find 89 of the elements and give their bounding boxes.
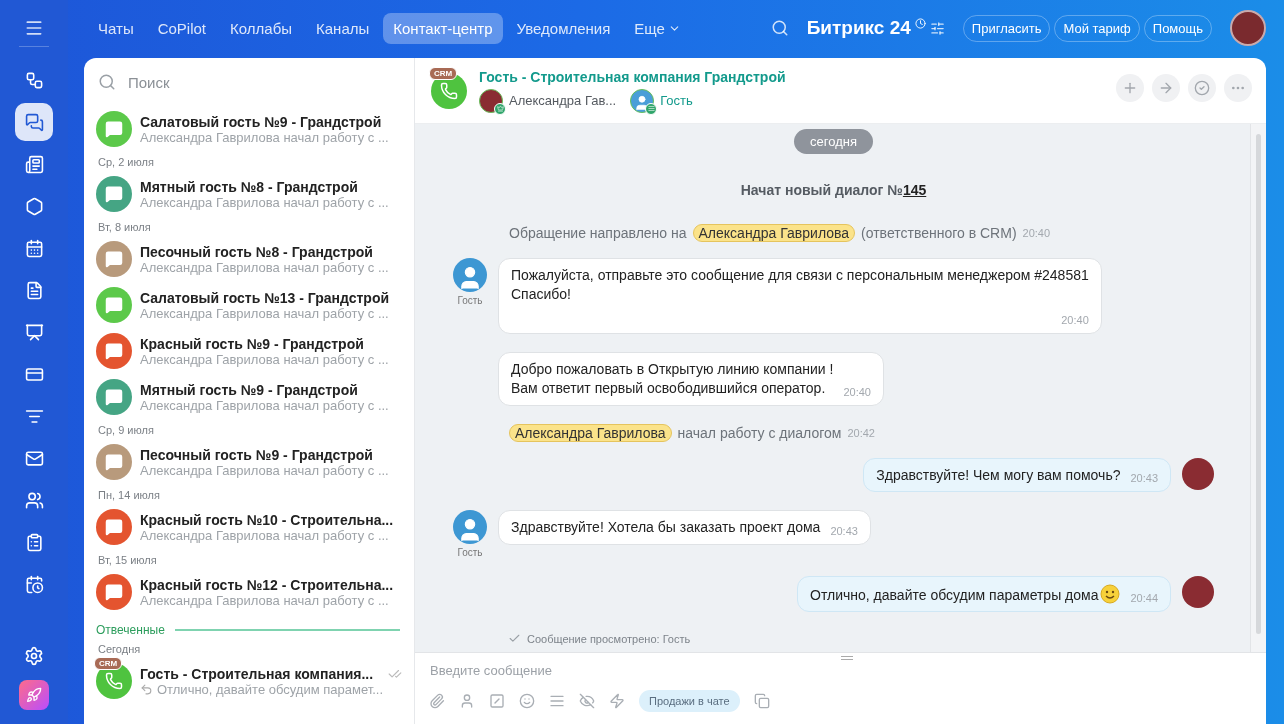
chat-preview: Отлично, давайте обсудим парамет... [157,681,384,697]
mention-tag[interactable]: Александра Гаврилова [692,224,856,242]
chat-list-item[interactable]: Песочный гость №9 - Грандстрой Александра Гаврилова начал работу с ... [84,439,414,485]
read-receipt: Сообщение просмотрено: Гость [527,632,691,645]
search-icon[interactable] [770,19,789,37]
date-label: Ср, 2 июля [97,155,155,170]
chat-title: Песочный гость №9 - Грандстрой [140,446,374,463]
chat-list-item[interactable]: Салатовый гость №13 - Грандстрой Александра Гаврилова начал работу с ... [84,282,414,328]
message-bubble: Здравствуйте! Хотела бы заказать проект дома 20:43 [498,510,871,546]
logo: Битрикс 24 [806,17,911,39]
nav-tab[interactable]: Коллабы [220,12,302,44]
notice-text: начал работу с диалогом [677,424,842,441]
crm-badge: CRM [94,657,123,670]
reply-icon [140,682,153,696]
section-label: Отвеченные [96,623,165,637]
operator-avatar [1182,457,1214,490]
chat-title: Гость - Строительная компания... [140,665,374,682]
chat-title: Мятный гость №9 - Грандстрой [140,381,359,398]
guest-avatar-icon [453,258,487,292]
chat-preview: Александра Гаврилова начал работу с ... [140,194,390,210]
nav-tab[interactable]: Чаты [88,12,144,44]
chat-preview: Александра Гаврилова начал работу с ... [140,351,390,367]
chat-preview: Александра Гаврилова начал работу с ... [140,129,390,145]
chat-preview: Александра Гаврилова начал работу с ... [140,462,390,478]
crm-badge: CRM [429,66,458,80]
message-time: 20:42 [847,426,875,439]
guest-avatar-icon [630,88,655,113]
phone-bubble-icon [96,663,132,699]
arrow-right-icon [1158,80,1174,96]
clock-icon [914,17,926,29]
date-label: Ср, 9 июля [97,423,155,438]
message-time: 20:40 [1022,227,1051,239]
date-pill: сегодня [794,129,873,154]
menu-icon[interactable] [24,18,44,38]
chat-preview: Александра Гаврилова начал работу с ... [140,397,390,413]
author-label: Гость [457,295,483,306]
chat-title: Красный гость №10 - Строительна... [140,511,395,528]
chat-title: Песочный гость №8 - Грандстрой [140,243,374,260]
notice-text: Обращение направлено на [509,225,687,241]
date-label: Вт, 15 июля [97,553,158,568]
sliders-icon[interactable] [929,20,945,36]
date-label: Сегодня [97,642,142,657]
sales-chip[interactable]: Продажи в чате [639,690,740,712]
mention-tag[interactable]: Александра Гаврилова [509,423,672,442]
user-avatar[interactable] [1230,10,1266,46]
date-label: Пн, 14 июля [97,488,161,503]
chat-title: Красный гость №9 - Грандстрой [140,335,365,352]
message-bubble: Здравствуйте! Чем могу вам помочь? 20:43 [863,457,1171,493]
chat-list-item[interactable]: Красный гость №9 - Грандстрой Александра Гаврилова начал работу с ... [84,328,414,374]
dialog-title: Начат новый диалог № [740,182,903,198]
chat-bubbles-icon[interactable] [15,103,53,141]
rocket-icon[interactable] [19,680,49,710]
more-tab[interactable]: Еще [624,12,691,44]
chat-preview: Александра Гаврилова начал работу с ... [140,305,390,321]
chat-title: Мятный гость №8 - Грандстрой [140,178,359,195]
message-bubble: Добро пожаловать в Открытую линию компании ! Вам ответит первый освободившийся оператор. 20:40 [498,351,884,406]
chat-preview: Александра Гаврилова начал работу с ... [140,527,389,543]
chat-list-item[interactable]: Красный гость №10 - Строительна... Александра Гаврилова начал работу с ... [84,504,414,550]
chat-list-item[interactable]: CRM Гость - Строительная компания... Отлично, давайте обсудим парамет... [84,658,414,704]
dialog-link[interactable]: 145 [902,182,927,198]
chat-title: Красный гость №12 - Строительна... [140,576,395,593]
chat-title: Салатовый гость №9 - Грандстрой [140,113,383,130]
nav-tab[interactable]: Уведомления [506,12,621,44]
member-name[interactable]: Александра Гав... [509,93,617,108]
chat-list-item[interactable]: Мятный гость №9 - Грандстрой Александра Гаврилова начал работу с ... [84,374,414,420]
guest-avatar-icon [453,510,487,545]
chat-preview: Александра Гаврилова начал работу с ... [140,592,389,608]
check-circle-icon [1194,80,1210,96]
notice-text: (ответственного в CRM) [861,225,1017,241]
chat-preview: Александра Гаврилова начал работу с ... [140,259,390,275]
operator-avatar [1182,576,1214,609]
paperclip-icon[interactable] [429,693,445,709]
nav-tab[interactable]: Каналы [306,12,380,44]
chat-list-item[interactable]: Салатовый гость №9 - Грандстрой Александра Гаврилова начал работу с ... [84,106,414,152]
date-label: Вт, 8 июля [97,220,152,235]
smiley-icon [1100,584,1121,605]
message-bubble: Отлично, давайте обсудим параметры дома 20:44 [797,576,1171,613]
nav-tab[interactable]: CoPilot [147,12,217,44]
author-label: Гость [457,547,483,559]
settings-icon[interactable] [24,646,44,666]
search-icon [98,73,116,91]
operator-avatar [479,88,503,113]
chat-list-item[interactable]: Песочный гость №8 - Грандстрой Александра Гаврилова начал работу с ... [84,236,414,282]
chat-title: Салатовый гость №13 - Грандстрой [140,289,391,306]
plus-icon [1122,80,1138,96]
finish-button[interactable] [1188,74,1216,102]
message-bubble: Пожалуйста, отправьте это сообщение для связи с персональным менеджером #248581 Спасибо! 20:40 [498,258,1102,334]
chat-list-item[interactable]: Мятный гость №8 - Грандстрой Александра Гаврилова начал работу с ... [84,171,414,217]
chat-list-item[interactable]: Красный гость №12 - Строительна... Александра Гаврилова начал работу с ... [84,569,414,615]
